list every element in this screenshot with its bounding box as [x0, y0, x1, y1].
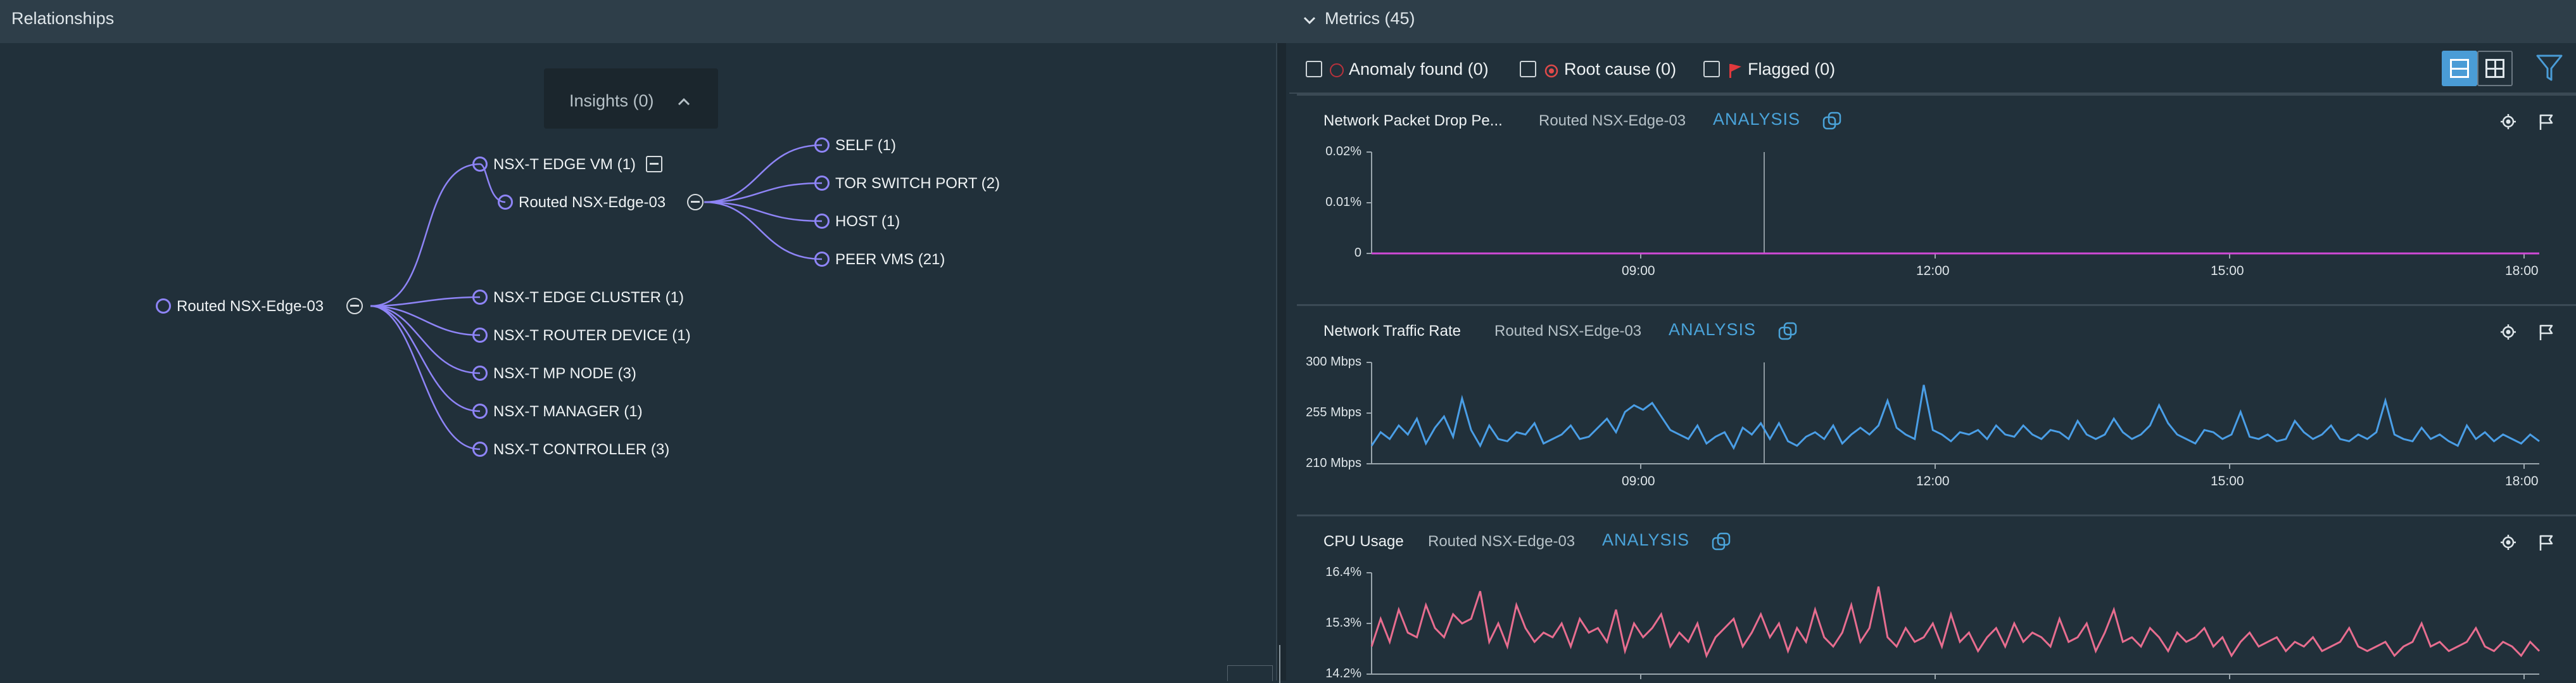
- y-axis-label: 0.01%: [1325, 195, 1361, 209]
- leaf-host-label[interactable]: HOST (1): [835, 213, 900, 231]
- node-sub-circle[interactable]: [498, 195, 513, 210]
- metric-chart[interactable]: [1365, 150, 2546, 279]
- splitter-grip[interactable]: [1279, 645, 1280, 683]
- metric-title: Network Traffic Rate: [1323, 322, 1461, 340]
- analysis-link[interactable]: ANALYSIS: [1669, 320, 1756, 340]
- metric-source: Routed NSX-Edge-03: [1428, 533, 1575, 550]
- x-axis-label: 12:00: [1916, 474, 1950, 488]
- anomaly-checkbox[interactable]: [1306, 61, 1322, 77]
- node-controller-label[interactable]: NSX-T CONTROLLER (3): [493, 441, 669, 459]
- anomaly-icon: [1330, 63, 1344, 77]
- flag-outline-icon[interactable]: [2538, 113, 2554, 131]
- series-line: [1370, 385, 2540, 450]
- x-axis-label: 18:00: [2505, 264, 2539, 278]
- node-sub-label[interactable]: Routed NSX-Edge-03: [519, 194, 666, 212]
- node-manager-circle[interactable]: [472, 404, 488, 419]
- panel-splitter[interactable]: [1276, 43, 1286, 683]
- y-axis-label: 210 Mbps: [1306, 456, 1361, 470]
- flagged-label: Flagged (0): [1748, 60, 1836, 79]
- anomaly-label: Anomaly found (0): [1349, 60, 1489, 79]
- leaf-peer-vms-label[interactable]: PEER VMS (21): [835, 251, 945, 269]
- x-axis-label: 12:00: [1916, 264, 1950, 278]
- root-cause-icon: [1544, 64, 1558, 78]
- metrics-header[interactable]: Metrics (45): [1289, 0, 2576, 43]
- metric-title: Network Packet Drop Pe...: [1323, 112, 1503, 129]
- metrics-filter-bar: Anomaly found (0) Root cause (0) Flagged…: [1289, 44, 2576, 94]
- leaf-host-circle[interactable]: [814, 214, 830, 229]
- flag-outline-icon[interactable]: [2538, 324, 2554, 342]
- x-axis-label: 15:00: [2211, 474, 2244, 488]
- leaf-peer-vms-circle[interactable]: [814, 252, 830, 267]
- external-link-icon[interactable]: [1822, 111, 1842, 131]
- y-axis-label: 0.02%: [1325, 144, 1361, 158]
- node-edge-vm-circle[interactable]: [472, 156, 488, 172]
- leaf-self-circle[interactable]: [814, 137, 830, 153]
- y-axis-label: 16.4%: [1325, 565, 1361, 579]
- node-router-device-label[interactable]: NSX-T ROUTER DEVICE (1): [493, 327, 691, 345]
- x-axis-label: 15:00: [2211, 264, 2244, 278]
- split-view-icon[interactable]: [2442, 51, 2477, 86]
- metric-chart[interactable]: [1365, 360, 2546, 489]
- leaf-tor-label[interactable]: TOR SWITCH PORT (2): [835, 175, 1000, 193]
- relationships-title: Relationships: [11, 9, 115, 28]
- leaf-self-label[interactable]: SELF (1): [835, 137, 896, 155]
- leaf-tor-circle[interactable]: [814, 176, 830, 191]
- root-cause-checkbox[interactable]: [1520, 61, 1536, 77]
- flag-outline-icon[interactable]: [2538, 534, 2554, 552]
- metric-source: Routed NSX-Edge-03: [1494, 322, 1642, 340]
- x-axis-label: 09:00: [1622, 264, 1655, 278]
- root-cause-label: Root cause (0): [1564, 60, 1677, 79]
- node-edge-cluster-label[interactable]: NSX-T EDGE CLUSTER (1): [493, 289, 684, 307]
- external-link-icon[interactable]: [1777, 321, 1798, 342]
- node-mp-node-circle[interactable]: [472, 366, 488, 381]
- flag-icon: [1729, 64, 1741, 78]
- y-axis-label: 15.3%: [1325, 616, 1361, 630]
- metrics-title: Metrics (45): [1325, 9, 1415, 28]
- analysis-link[interactable]: ANALYSIS: [1713, 110, 1800, 129]
- analysis-link[interactable]: ANALYSIS: [1602, 530, 1689, 550]
- y-axis-label: 300 Mbps: [1306, 355, 1361, 369]
- x-axis-label: 09:00: [1622, 474, 1655, 488]
- collapse-sub-icon[interactable]: [687, 194, 704, 210]
- collapse-edge-vm-icon[interactable]: [646, 156, 662, 172]
- grid-view-icon[interactable]: [2477, 51, 2513, 86]
- metric-chart[interactable]: [1365, 570, 2546, 680]
- collapse-root-icon[interactable]: [346, 298, 363, 314]
- x-axis-label: 18:00: [2505, 474, 2539, 488]
- node-manager-label[interactable]: NSX-T MANAGER (1): [493, 403, 643, 421]
- metric-source: Routed NSX-Edge-03: [1539, 112, 1686, 129]
- node-mp-node-label[interactable]: NSX-T MP NODE (3): [493, 365, 636, 383]
- locate-icon[interactable]: [2500, 534, 2516, 551]
- filter-icon[interactable]: [2535, 53, 2563, 84]
- chevron-down-icon[interactable]: [1302, 13, 1317, 28]
- locate-icon[interactable]: [2500, 113, 2516, 130]
- locate-icon[interactable]: [2500, 324, 2516, 340]
- external-link-icon[interactable]: [1711, 532, 1731, 552]
- metric-title: CPU Usage: [1323, 533, 1404, 550]
- node-controller-circle[interactable]: [472, 442, 488, 457]
- scroll-corner: [1227, 665, 1273, 681]
- y-axis-label: 0: [1354, 246, 1361, 260]
- node-router-device-circle[interactable]: [472, 328, 488, 343]
- flagged-checkbox[interactable]: [1703, 61, 1720, 77]
- series-line: [1370, 586, 2541, 659]
- relationships-header: Relationships: [0, 0, 1289, 43]
- node-root-circle[interactable]: [156, 298, 171, 314]
- node-root-label[interactable]: Routed NSX-Edge-03: [177, 298, 324, 316]
- y-axis-label: 255 Mbps: [1306, 405, 1361, 419]
- node-edge-vm-label[interactable]: NSX-T EDGE VM (1): [493, 156, 636, 174]
- y-axis-label: 14.2%: [1325, 667, 1361, 680]
- node-edge-cluster-circle[interactable]: [472, 290, 488, 305]
